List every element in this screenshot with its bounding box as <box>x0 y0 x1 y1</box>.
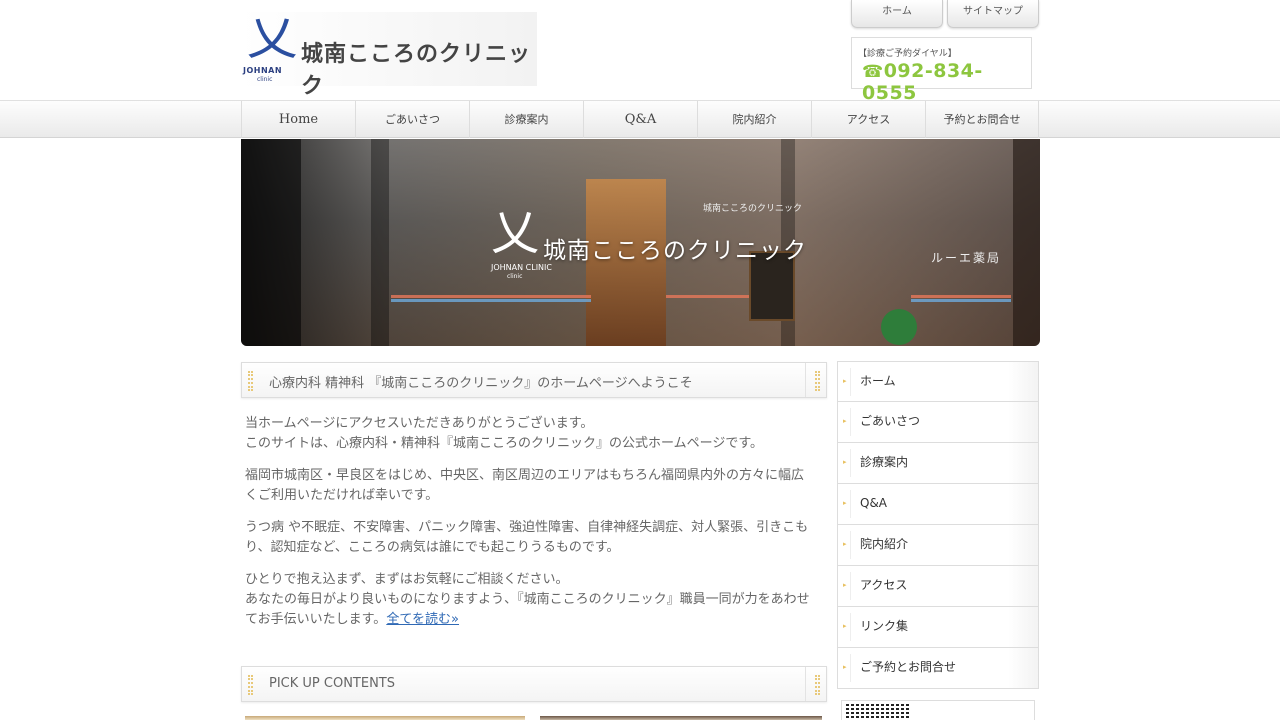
sidebar-item-qa[interactable]: ▸ Q&A <box>837 484 1039 525</box>
top-tab-sitemap[interactable]: サイトマップ <box>947 0 1039 28</box>
sidebar-item-access[interactable]: ▸ アクセス <box>837 566 1039 607</box>
arrow-icon: ▸ <box>843 622 847 630</box>
nav-item-services[interactable]: 診療案内 <box>469 101 583 138</box>
qr-code-icon[interactable] <box>846 704 910 720</box>
site-logo[interactable]: 乂 JOHNAN clinic 城南こころのクリニック <box>241 11 537 99</box>
divider <box>850 654 851 682</box>
hero-stripe <box>911 295 1011 298</box>
pickup-heading-box: PICK UP CONTENTS <box>241 666 827 702</box>
arrow-icon: ▸ <box>843 499 847 507</box>
sidebar-item-greeting[interactable]: ▸ ごあいさつ <box>837 402 1039 443</box>
phone-label: 【診療ご予約ダイヤル】 <box>858 49 957 59</box>
divider <box>850 531 851 559</box>
divider <box>850 613 851 641</box>
nav-item-contact[interactable]: 予約とお問合せ <box>925 101 1039 138</box>
read-more-link[interactable]: 全てを読む» <box>386 612 459 627</box>
logo-sub-clinic: clinic <box>257 76 273 83</box>
intro-paragraph: 福岡市城南区・早良区をはじめ、中央区、南区周辺のエリアはもちろん福岡県内外の方々… <box>245 468 805 503</box>
divider <box>850 572 851 600</box>
global-nav-bar: Home ごあいさつ 診療案内 Q&A 院内紹介 アクセス 予約とお問合せ <box>0 100 1280 138</box>
logo-sub-name: JOHNAN <box>243 66 283 75</box>
sidebar-item-facility[interactable]: ▸ 院内紹介 <box>837 525 1039 566</box>
hero-title: 城南こころのクリニック <box>543 238 807 264</box>
side-menu: ▸ ホーム ▸ ごあいさつ ▸ 診療案内 ▸ Q&A ▸ 院内紹介 ▸ アクセス ▸ リンク集… <box>837 361 1039 689</box>
hero-banner: 城南こころのクリニック ルーエ薬局 乂 JOHNAN CLINIC clinic… <box>241 139 1040 346</box>
phone-icon: ☎ <box>862 62 884 82</box>
nav-item-greeting[interactable]: ごあいさつ <box>355 101 469 138</box>
hero-stripe <box>391 295 591 298</box>
sidebar-item-label: ご予約とお問合せ <box>860 660 957 674</box>
hero-logo-icon: 乂 <box>491 205 540 261</box>
top-tab-home[interactable]: ホーム <box>851 0 943 28</box>
pickup-heading: PICK UP CONTENTS <box>269 676 396 691</box>
intro-line: このサイトは、心療内科・精神科『城南こころのクリニック』の公式ホームページです。 <box>245 436 764 451</box>
hero-stripe <box>911 299 1011 302</box>
sidebar-item-services[interactable]: ▸ 診療案内 <box>837 443 1039 484</box>
hero-pillar <box>241 139 301 346</box>
intro-line: 当ホームページにアクセスいただきありがとうございます。 <box>245 416 594 431</box>
sidebar-item-label: Q&A <box>860 496 888 510</box>
intro-text: 当ホームページにアクセスいただきありがとうございます。 このサイトは、心療内科・… <box>245 414 815 642</box>
stitch-decoration <box>815 371 820 391</box>
nav-item-home[interactable]: Home <box>241 101 355 138</box>
arrow-icon: ▸ <box>843 458 847 466</box>
intro-paragraph: 当ホームページにアクセスいただきありがとうございます。 このサイトは、心療内科・… <box>245 414 815 454</box>
sidebar-item-home[interactable]: ▸ ホーム <box>837 361 1039 402</box>
hero-logo: 乂 JOHNAN CLINIC clinic 城南こころのクリニック <box>491 205 831 285</box>
stitch-decoration <box>248 675 253 695</box>
hero-stripe <box>391 299 591 302</box>
divider <box>850 449 851 477</box>
divider <box>850 368 851 396</box>
intro-line: あなたの毎日がより良いものになりますよう、『城南こころのクリニック』職員一同が力… <box>245 592 810 627</box>
sidebar-item-label: ホーム <box>860 374 896 388</box>
welcome-heading-box: 心療内科 精神科 『城南こころのクリニック』のホームページへようこそ <box>241 362 827 398</box>
intro-paragraph: うつ病 や不眠症、不安障害、パニック障害、強迫性障害、自律神経失調症、対人緊張、… <box>245 520 809 555</box>
hero-pharmacy-sign: ルーエ薬局 <box>931 251 1002 265</box>
qr-box <box>841 700 1035 720</box>
pickup-thumbnail[interactable] <box>245 716 525 720</box>
nav-item-qa[interactable]: Q&A <box>583 101 697 138</box>
pickup-thumbnail[interactable] <box>540 716 822 720</box>
arrow-icon: ▸ <box>843 417 847 425</box>
sidebar-item-links[interactable]: ▸ リンク集 <box>837 607 1039 648</box>
stitch-decoration <box>815 675 820 695</box>
arrow-icon: ▸ <box>843 663 847 671</box>
arrow-icon: ▸ <box>843 581 847 589</box>
stitch-decoration <box>248 371 253 391</box>
hero-pillar <box>371 139 389 346</box>
clinic-logo-icon: 乂 JOHNAN clinic <box>243 11 298 83</box>
sidebar-item-label: ごあいさつ <box>860 414 921 428</box>
sidebar-item-label: アクセス <box>860 578 908 592</box>
arrow-icon: ▸ <box>843 540 847 548</box>
arrow-icon: ▸ <box>843 377 847 385</box>
hero-green-sign <box>881 309 917 345</box>
site-title: 城南こころのクリニック <box>301 42 532 99</box>
sidebar-item-label: 診療案内 <box>860 455 909 469</box>
sidebar-item-label: 院内紹介 <box>860 537 909 551</box>
intro-paragraph: ひとりで抱え込まず、まずはお気軽にご相談ください。 あなたの毎日がより良いものに… <box>245 570 815 630</box>
intro-line: ひとりで抱え込まず、まずはお気軽にご相談ください。 <box>245 572 569 587</box>
sidebar-item-label: リンク集 <box>860 619 909 633</box>
divider <box>850 490 851 518</box>
divider <box>805 667 806 701</box>
sidebar-item-contact[interactable]: ▸ ご予約とお問合せ <box>837 648 1039 689</box>
welcome-heading: 心療内科 精神科 『城南こころのクリニック』のホームページへようこそ <box>269 376 693 391</box>
nav-item-facility[interactable]: 院内紹介 <box>697 101 811 138</box>
hero-pillar <box>1013 139 1040 346</box>
global-nav: Home ごあいさつ 診療案内 Q&A 院内紹介 アクセス 予約とお問合せ <box>241 101 1040 139</box>
hero-logo-sub2: clinic <box>507 273 523 280</box>
nav-item-access[interactable]: アクセス <box>811 101 925 138</box>
phone-number: ☎092-834-0555 <box>862 60 1031 104</box>
divider <box>805 363 806 397</box>
divider <box>850 408 851 436</box>
phone-banner[interactable]: 【診療ご予約ダイヤル】 ☎092-834-0555 <box>851 37 1032 104</box>
site-header: 乂 JOHNAN clinic 城南こころのクリニック ホーム サイトマップ 【… <box>241 0 1040 104</box>
main-content: 心療内科 精神科 『城南こころのクリニック』のホームページへようこそ 当ホームペ… <box>241 362 827 702</box>
